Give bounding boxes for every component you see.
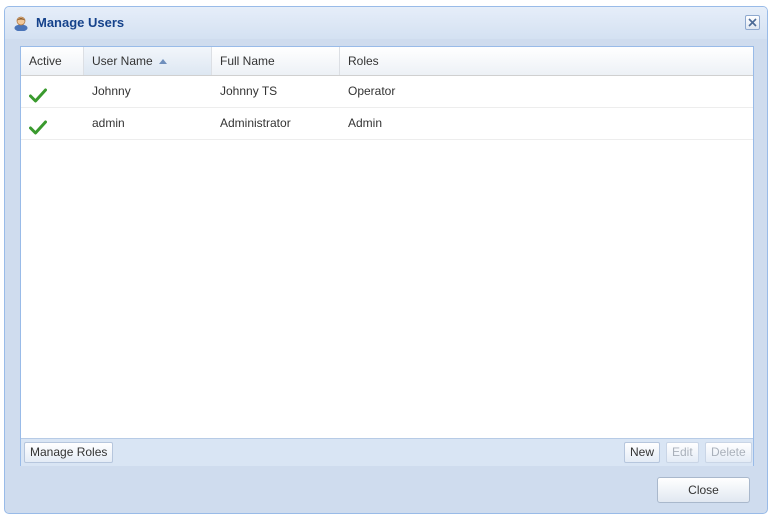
full-name-cell: Johnny TS	[220, 84, 278, 98]
column-header-active[interactable]: Active	[21, 47, 84, 75]
manage-users-dialog: Manage Users Active User Name Full Name …	[4, 6, 768, 514]
check-icon	[29, 116, 47, 147]
active-cell	[21, 108, 84, 139]
sort-ascending-icon	[158, 59, 167, 65]
active-cell	[21, 76, 84, 107]
roles-cell: Operator	[348, 84, 396, 98]
table-row[interactable]: admin Administrator Admin	[21, 108, 753, 140]
dialog-title: Manage Users	[36, 15, 125, 30]
table-row[interactable]: Johnny Johnny TS Operator	[21, 76, 753, 108]
column-header-user-name[interactable]: User Name	[84, 47, 212, 75]
new-button[interactable]: New	[624, 442, 661, 463]
roles-cell: Admin	[348, 116, 383, 130]
user-icon	[13, 15, 29, 32]
dialog-titlebar[interactable]: Manage Users	[5, 7, 767, 39]
delete-button[interactable]: Delete	[705, 442, 752, 463]
full-name-cell: Administrator	[220, 116, 291, 130]
column-header-roles[interactable]: Roles	[340, 47, 753, 75]
users-grid: Active User Name Full Name Roles Johnny	[20, 46, 754, 466]
user-name-cell: admin	[92, 116, 125, 130]
manage-roles-button[interactable]: Manage Roles	[24, 442, 114, 463]
column-header-full-name[interactable]: Full Name	[212, 47, 340, 75]
close-button[interactable]: Close	[657, 477, 750, 503]
grid-header: Active User Name Full Name Roles	[21, 47, 753, 76]
user-name-cell: Johnny	[92, 84, 131, 98]
grid-toolbar: Manage Roles New Edit Delete	[21, 438, 753, 466]
edit-button[interactable]: Edit	[666, 442, 699, 463]
close-icon[interactable]	[745, 15, 760, 30]
